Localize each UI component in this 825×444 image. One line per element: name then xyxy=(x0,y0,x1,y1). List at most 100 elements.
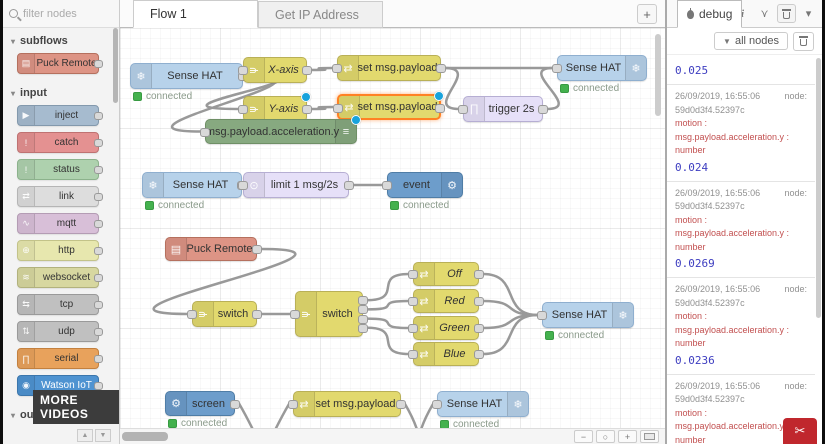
zoom-out-button[interactable]: − xyxy=(574,430,593,443)
input-port[interactable] xyxy=(408,270,418,279)
scroll-up-button[interactable]: ▲ xyxy=(77,429,93,442)
palette-node-inject[interactable]: ▶inject xyxy=(17,105,99,126)
palette-node-http[interactable]: ⊕http xyxy=(17,240,99,261)
node-switch1[interactable]: ⋔switch xyxy=(192,301,257,327)
input-port[interactable] xyxy=(238,181,248,190)
debug-message[interactable]: 26/09/2019, 16:55:06node:59d0d3f4.52397c… xyxy=(667,85,815,182)
input-port[interactable] xyxy=(458,105,468,114)
output-port[interactable] xyxy=(474,350,484,359)
tab-flow-1[interactable]: Flow 1 xyxy=(133,0,258,28)
output-port[interactable] xyxy=(252,245,262,254)
input-port[interactable] xyxy=(200,128,210,137)
output-port[interactable] xyxy=(474,270,484,279)
flow-canvas[interactable]: ❄Sense HATconnected⋔X-axis⇄set msg.paylo… xyxy=(120,28,665,428)
node-limit[interactable]: ⊙limit 1 msg/2s xyxy=(243,172,349,198)
output-port[interactable] xyxy=(358,324,368,333)
zoom-reset-button[interactable]: ○ xyxy=(596,430,615,443)
input-port[interactable] xyxy=(238,105,248,114)
canvas-horizontal-scrollbar[interactable] xyxy=(122,432,168,441)
navigator-button[interactable] xyxy=(640,430,659,443)
input-port[interactable] xyxy=(408,297,418,306)
node-green[interactable]: ⇄Green xyxy=(413,316,479,340)
sidebar-menu-button[interactable]: ▾ xyxy=(799,4,818,23)
more-videos-overlay[interactable]: MORE VIDEOS xyxy=(33,390,119,424)
debug-scrollbar[interactable] xyxy=(816,58,821,318)
node-setpay3[interactable]: ⇄set msg.payload xyxy=(293,391,401,417)
palette-node-label: serial xyxy=(35,353,98,364)
input-port[interactable] xyxy=(432,400,442,409)
palette-section-subflows[interactable]: ▾subflows xyxy=(3,28,119,53)
timestamp: 26/09/2019, 16:55:06 xyxy=(675,380,760,394)
clear-debug-button[interactable] xyxy=(793,32,814,51)
node-xaxis[interactable]: ⋔X-axis xyxy=(243,57,307,83)
node-sensehat3[interactable]: ❄Sense HATconnected xyxy=(142,172,242,198)
node-trigger[interactable]: ∏trigger 2s xyxy=(463,96,543,122)
config-tab-button[interactable] xyxy=(777,4,796,23)
search-input[interactable] xyxy=(23,8,113,20)
debug-filter-button[interactable]: ▼ all nodes xyxy=(714,32,788,50)
node-puck[interactable]: ▤Puck Remote xyxy=(165,237,257,261)
node-sensehat2[interactable]: ❄Sense HATconnected xyxy=(557,55,647,81)
node-setpay1[interactable]: ⇄set msg.payload xyxy=(337,55,441,81)
debug-message[interactable]: 26/09/2019, 16:55:06node:59d0d3f4.52397c… xyxy=(667,182,815,279)
input-port[interactable] xyxy=(382,181,392,190)
input-port[interactable] xyxy=(290,310,300,319)
output-port[interactable] xyxy=(302,105,312,114)
output-port[interactable] xyxy=(396,400,406,409)
zoom-in-button[interactable]: + xyxy=(618,430,637,443)
palette-node-label: mqtt xyxy=(35,218,98,229)
tab-get-ip-address[interactable]: Get IP Address xyxy=(258,1,383,28)
debug-message[interactable]: 26/09/2019, 16:55:06node:59d0d3f4.52397c… xyxy=(667,278,815,375)
input-port[interactable] xyxy=(408,324,418,333)
output-port[interactable] xyxy=(538,105,548,114)
wire-switch2-off xyxy=(367,274,409,300)
output-port[interactable] xyxy=(252,310,262,319)
output-port[interactable] xyxy=(436,64,446,73)
palette-node-status[interactable]: !status xyxy=(17,159,99,180)
node-switch2[interactable]: ⋔switch xyxy=(295,291,363,337)
palette-node-udp[interactable]: ⇅udp xyxy=(17,321,99,342)
context-tab-button[interactable]: ⋎ xyxy=(755,4,774,23)
node-screen[interactable]: ⚙screenconnected xyxy=(165,391,235,416)
input-port[interactable] xyxy=(333,104,343,113)
palette-node-link[interactable]: ⇄link xyxy=(17,186,99,207)
input-port[interactable] xyxy=(332,64,342,73)
palette-node-puck-remote[interactable]: ▤Puck Remote xyxy=(17,53,99,74)
debug-message[interactable]: 0.025 xyxy=(667,56,815,85)
node-sensehat1[interactable]: ❄Sense HATconnected xyxy=(130,63,243,89)
input-port[interactable] xyxy=(537,311,547,320)
input-port[interactable] xyxy=(552,64,562,73)
node-sensehat4[interactable]: ❄Sense HATconnected xyxy=(542,302,634,328)
canvas-vertical-scrollbar[interactable] xyxy=(655,34,661,116)
output-port[interactable] xyxy=(358,305,368,314)
node-blue[interactable]: ⇄Blue xyxy=(413,342,479,366)
palette-node-mqtt[interactable]: ∿mqtt xyxy=(17,213,99,234)
output-port[interactable] xyxy=(230,400,240,409)
output-port[interactable] xyxy=(344,181,354,190)
palette-scrollbar[interactable] xyxy=(113,28,118,103)
node-off[interactable]: ⇄Off xyxy=(413,262,479,286)
output-port[interactable] xyxy=(358,315,368,324)
input-port[interactable] xyxy=(288,400,298,409)
node-sensehat5[interactable]: ❄Sense HATconnected xyxy=(437,391,529,417)
output-port[interactable] xyxy=(358,296,368,305)
node-port xyxy=(94,355,103,363)
scroll-down-button[interactable]: ▼ xyxy=(95,429,111,442)
input-port[interactable] xyxy=(238,66,248,75)
tab-debug[interactable]: debug xyxy=(677,0,742,28)
palette-node-serial[interactable]: ∏serial xyxy=(17,348,99,369)
node-debugnode[interactable]: ≡msg.payload.acceleration.y xyxy=(205,119,357,144)
input-port[interactable] xyxy=(408,350,418,359)
palette-node-websocket[interactable]: ≋websocket xyxy=(17,267,99,288)
add-flow-button[interactable]: + xyxy=(637,4,657,24)
palette-section-input[interactable]: ▾input xyxy=(3,80,119,105)
output-port[interactable] xyxy=(302,66,312,75)
palette-node-catch[interactable]: !catch xyxy=(17,132,99,153)
output-port[interactable] xyxy=(474,324,484,333)
node-red[interactable]: ⇄Red xyxy=(413,289,479,313)
output-port[interactable] xyxy=(474,297,484,306)
input-port[interactable] xyxy=(187,310,197,319)
palette-node-tcp[interactable]: ⇆tcp xyxy=(17,294,99,315)
output-port[interactable] xyxy=(435,104,445,113)
node-event[interactable]: ⚙eventconnected xyxy=(387,172,463,198)
